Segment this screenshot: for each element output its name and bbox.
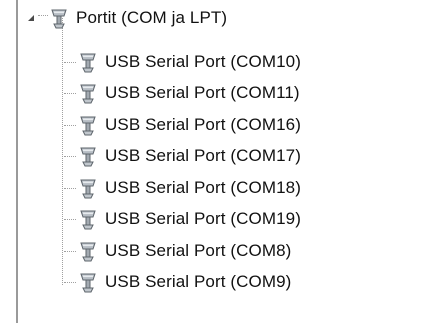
tree-connector — [64, 250, 76, 252]
tree-node-ports[interactable]: Portit (COM ja LPT) — [48, 4, 227, 32]
serial-port-icon — [77, 271, 99, 293]
tree-connector — [64, 187, 76, 189]
serial-port-icon — [77, 82, 99, 104]
tree-node-label: USB Serial Port (COM10) — [105, 52, 301, 71]
serial-port-icon — [77, 208, 99, 230]
tree-connector — [64, 281, 76, 283]
serial-port-icon — [77, 177, 99, 199]
serial-port-icon — [77, 51, 99, 73]
tree-node-label: USB Serial Port (COM9) — [105, 272, 292, 291]
tree-node-label: USB Serial Port (COM8) — [105, 241, 292, 260]
tree-node-com17[interactable]: USB Serial Port (COM17) — [64, 142, 301, 170]
serial-port-icon — [77, 145, 99, 167]
tree-connector-vertical — [62, 18, 63, 285]
tree-connector — [64, 218, 76, 220]
tree-connector — [64, 61, 76, 63]
serial-port-icon — [77, 114, 99, 136]
tree-node-label: USB Serial Port (COM18) — [105, 178, 301, 197]
tree-node-com9[interactable]: USB Serial Port (COM9) — [64, 268, 291, 296]
tree-connector — [38, 15, 48, 16]
left-border — [16, 0, 18, 323]
tree-node-com11[interactable]: USB Serial Port (COM11) — [64, 79, 300, 107]
tree-node-label: USB Serial Port (COM11) — [105, 83, 300, 102]
tree-connector — [64, 92, 76, 94]
tree-node-label: USB Serial Port (COM16) — [105, 115, 301, 134]
tree-node-com18[interactable]: USB Serial Port (COM18) — [64, 174, 301, 202]
tree-node-label: USB Serial Port (COM17) — [105, 146, 301, 165]
tree-node-label: Portit (COM ja LPT) — [76, 8, 228, 27]
serial-port-icon — [77, 240, 99, 262]
tree-node-label: USB Serial Port (COM19) — [105, 209, 301, 228]
serial-port-icon — [48, 7, 70, 29]
tree-node-com19[interactable]: USB Serial Port (COM19) — [64, 205, 301, 233]
tree-connector — [64, 124, 76, 126]
tree-node-com16[interactable]: USB Serial Port (COM16) — [64, 111, 301, 139]
tree-connector — [64, 155, 76, 157]
collapse-arrow-icon[interactable] — [28, 15, 34, 21]
tree-node-com8[interactable]: USB Serial Port (COM8) — [64, 237, 291, 265]
tree-node-com10[interactable]: USB Serial Port (COM10) — [64, 48, 301, 76]
